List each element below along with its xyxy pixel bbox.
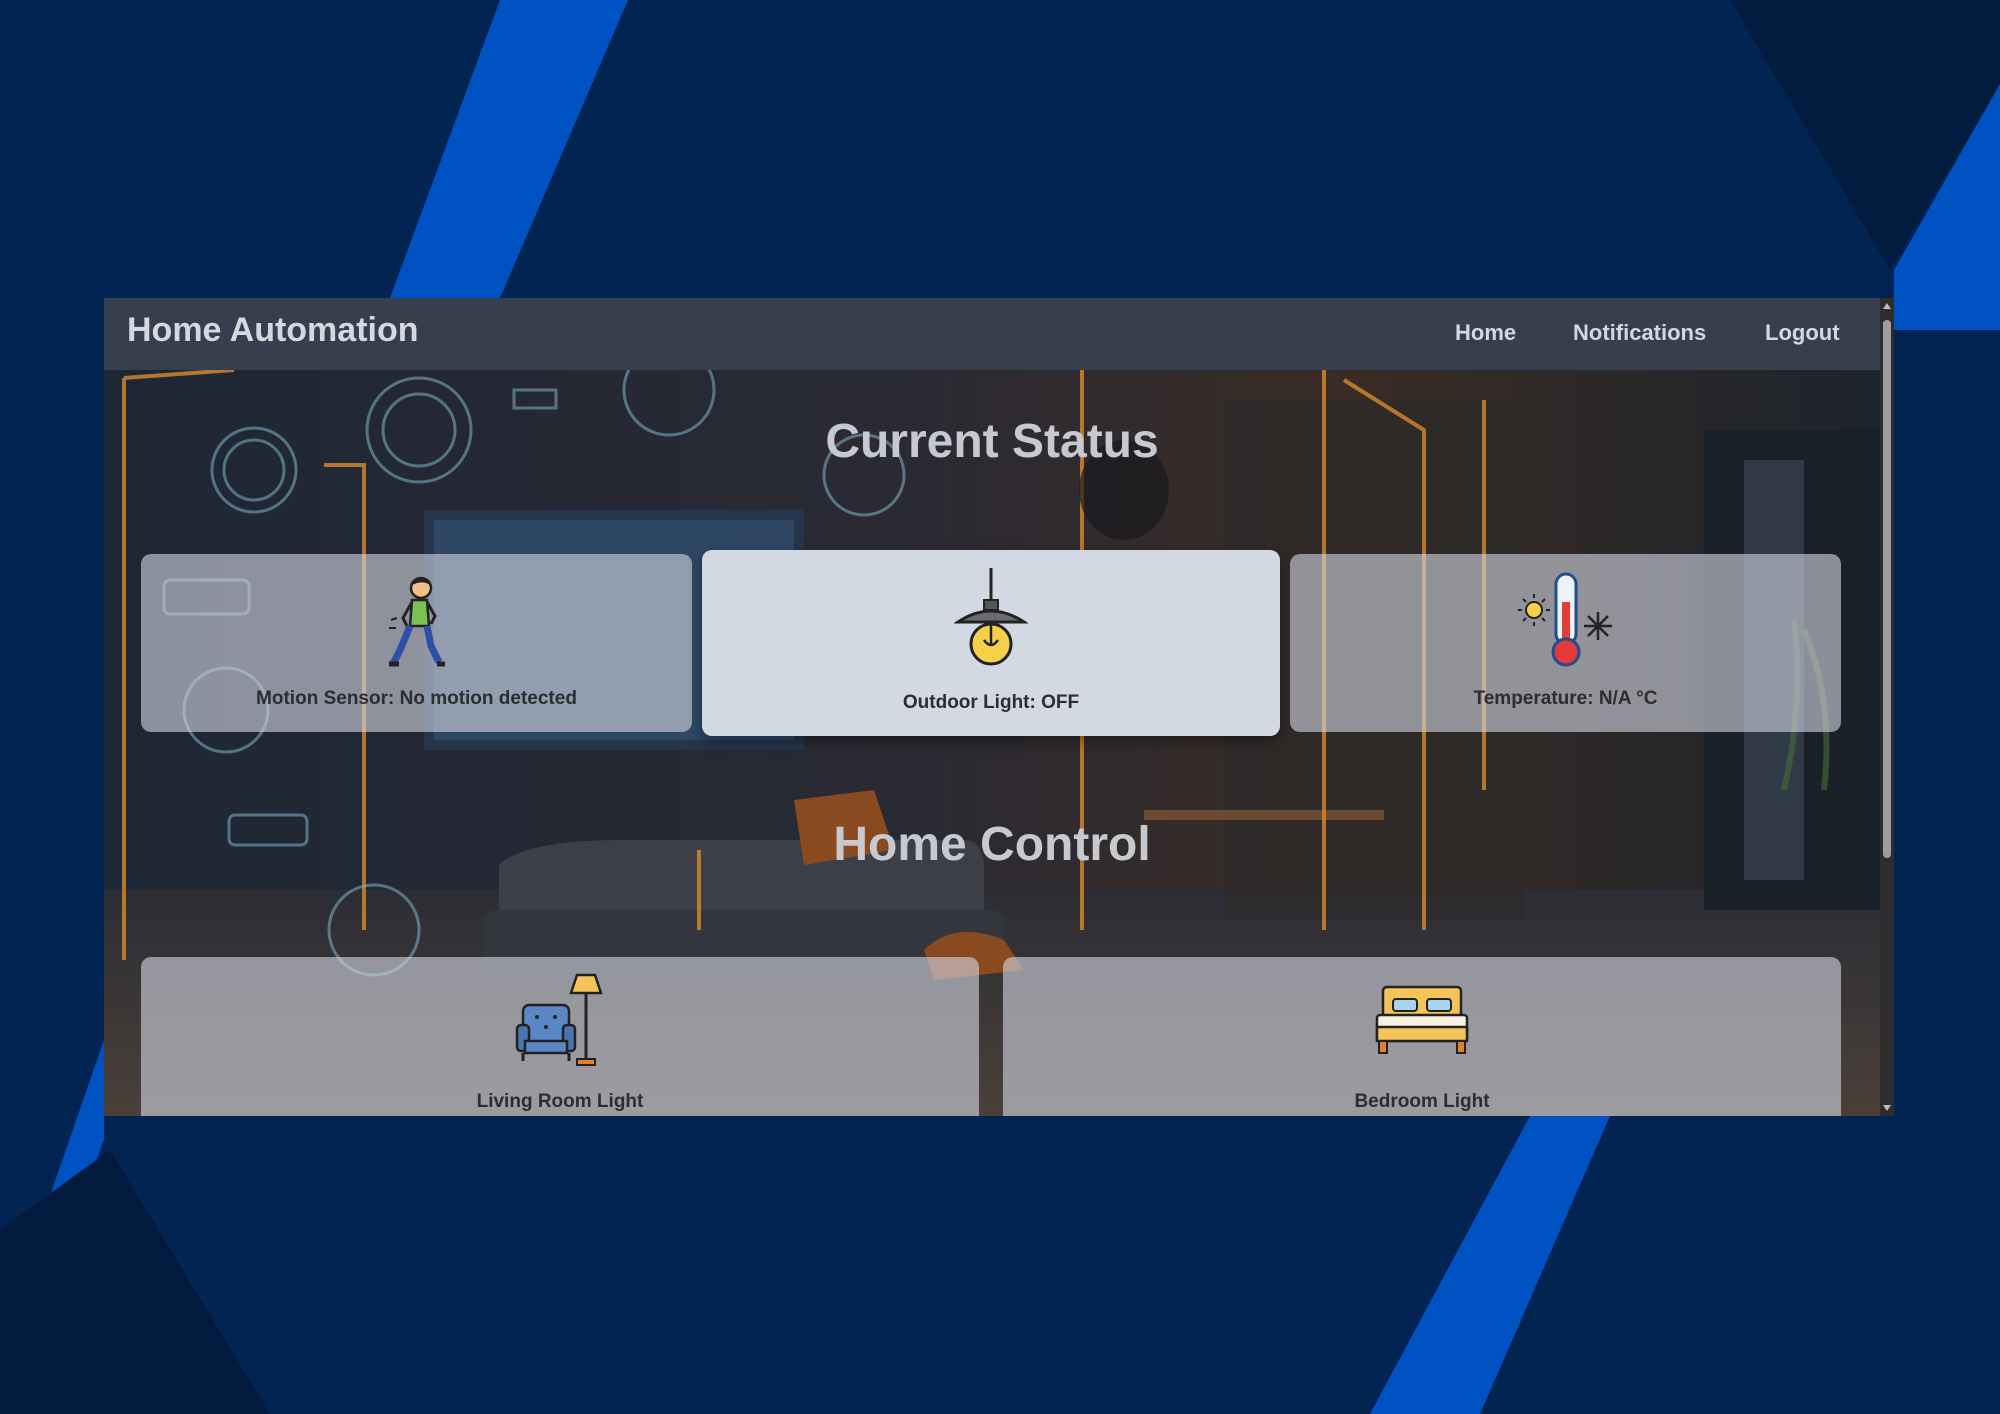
living-room-light-label: Living Room Light: [476, 1091, 644, 1112]
bedroom-light-label: Bedroom Light: [1354, 1091, 1490, 1112]
outdoor-light-card[interactable]: Outdoor Light: OFF: [702, 550, 1280, 736]
bedroom-light-card[interactable]: Bedroom Light: [1003, 957, 1841, 1116]
thermometer-icon: [1517, 572, 1614, 673]
browser-window: Home Automation Home Notifications Logou…: [104, 298, 1894, 1116]
main-content: Current Status Motion Sensor: No motion …: [104, 370, 1880, 1116]
living-room-light-card[interactable]: Living Room Light: [141, 957, 979, 1116]
app-title[interactable]: Home Automation: [127, 311, 419, 350]
temperature-card[interactable]: Temperature: N/A °C: [1290, 554, 1841, 732]
scroll-up-arrow-icon[interactable]: [1883, 303, 1891, 309]
nav-logout-link[interactable]: Logout: [1765, 320, 1840, 346]
current-status-heading: Current Status: [825, 415, 1159, 468]
temperature-status: Temperature: N/A °C: [1473, 688, 1658, 709]
nav-notifications-link[interactable]: Notifications: [1573, 320, 1706, 346]
motion-sensor-card[interactable]: Motion Sensor: No motion detected: [141, 554, 692, 732]
vertical-scrollbar[interactable]: [1880, 298, 1894, 1116]
scrollbar-thumb[interactable]: [1883, 320, 1891, 858]
armchair-lamp-icon: [515, 973, 605, 1074]
home-control-heading: Home Control: [833, 818, 1151, 871]
navbar: Home Automation Home Notifications Logou…: [104, 298, 1880, 370]
hanging-lamp-icon: [953, 568, 1029, 671]
bed-icon: [1375, 985, 1469, 1062]
nav-home-link[interactable]: Home: [1455, 320, 1516, 346]
scroll-down-arrow-icon[interactable]: [1883, 1105, 1891, 1111]
outdoor-light-status: Outdoor Light: OFF: [902, 692, 1080, 713]
walking-person-icon: [387, 574, 447, 675]
motion-sensor-status: Motion Sensor: No motion detected: [256, 688, 577, 709]
